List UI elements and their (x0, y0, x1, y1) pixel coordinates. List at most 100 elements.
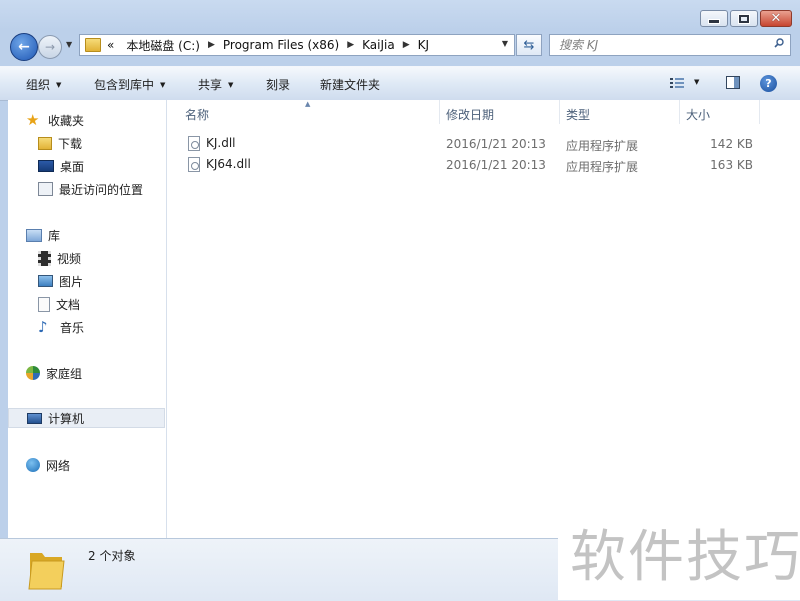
computer-icon (27, 412, 42, 424)
nav-label: 网络 (46, 458, 71, 473)
minimize-button[interactable] (700, 10, 728, 27)
nav-item-homegroup[interactable]: 家庭组 (26, 363, 182, 383)
close-icon: ✕ (770, 11, 782, 26)
view-options-icon[interactable] (670, 77, 684, 89)
forward-button[interactable]: → (38, 35, 62, 59)
file-list: ▲ 名称 修改日期 类型 大小 KJ.dll 2016/1/21 20:13 应… (167, 100, 800, 538)
new-folder-button[interactable]: 新建文件夹 (320, 76, 380, 93)
view-options-dropdown[interactable]: ▼ (694, 78, 699, 86)
arrow-left-icon: ← (18, 39, 30, 55)
file-row[interactable]: KJ64.dll 2016/1/21 20:13 应用程序扩展 163 KB (185, 155, 785, 175)
file-size: 163 KB (710, 158, 753, 172)
folder-icon (28, 553, 65, 590)
recent-pages-dropdown[interactable]: ▼ (66, 40, 72, 49)
maximize-icon (739, 14, 749, 23)
include-in-library-menu[interactable]: 包含到库中 ▼ (94, 76, 165, 93)
new-folder-label: 新建文件夹 (320, 78, 381, 92)
breadcrumb-item-kj[interactable]: KJ (418, 38, 429, 52)
minimize-icon (708, 19, 720, 24)
breadcrumb-overflow[interactable]: « (107, 38, 114, 52)
file-size: 142 KB (710, 137, 753, 151)
column-header-name[interactable]: 名称 (185, 106, 209, 123)
star-icon: ★ (26, 111, 40, 129)
nav-item-favorites[interactable]: ★ 收藏夹 (26, 110, 182, 130)
chevron-right-icon[interactable]: ▶ (347, 40, 354, 50)
nav-label: 家庭组 (46, 366, 83, 381)
help-icon[interactable]: ? (760, 75, 777, 92)
chevron-down-icon: ▼ (56, 80, 62, 89)
column-header-date[interactable]: 修改日期 (446, 106, 494, 123)
column-header-type[interactable]: 类型 (566, 106, 590, 123)
column-header-size[interactable]: 大小 (686, 106, 710, 123)
close-button[interactable]: ✕ (760, 10, 792, 27)
command-bar: 组织 ▼ 包含到库中 ▼ 共享 ▼ 刻录 新建文件夹 ▼ ? (0, 66, 800, 101)
column-divider[interactable] (559, 100, 560, 124)
nav-label: 视频 (57, 251, 82, 266)
desktop-icon (38, 160, 54, 172)
arrow-right-icon: → (44, 40, 56, 54)
navigation-pane: ★ 收藏夹 下载 桌面 最近访问的位置 库 视频 图片 文档 ♪ 音乐 家庭组 … (8, 100, 167, 538)
nav-label: 计算机 (48, 411, 85, 426)
chevron-right-icon[interactable]: ▶ (208, 40, 215, 50)
column-divider[interactable] (759, 100, 760, 124)
downloads-icon (38, 136, 52, 150)
column-headers: ▲ 名称 修改日期 类型 大小 (167, 100, 800, 124)
item-count: 2 个对象 (88, 549, 136, 563)
breadcrumb-item-kaijia[interactable]: KaiJia (362, 38, 395, 52)
nav-item-libraries[interactable]: 库 (26, 225, 182, 245)
file-type: 应用程序扩展 (566, 139, 639, 153)
explorer-window: ✕ ← → ▼ « 本地磁盘 (C:) ▶ Program Files (x86… (0, 0, 800, 601)
nav-label: 下载 (58, 136, 83, 151)
nav-item-computer[interactable]: 计算机 (8, 408, 165, 428)
homegroup-icon (26, 366, 40, 380)
address-bar[interactable]: « 本地磁盘 (C:) ▶ Program Files (x86) ▶ KaiJ… (79, 34, 515, 56)
file-name: KJ.dll (206, 136, 236, 150)
nav-label: 桌面 (60, 159, 85, 174)
nav-label: 图片 (59, 274, 84, 289)
maximize-button[interactable] (730, 10, 758, 27)
nav-label: 音乐 (60, 320, 85, 335)
video-icon (38, 250, 51, 266)
back-button[interactable]: ← (10, 33, 38, 61)
chevron-down-icon: ▼ (228, 80, 234, 89)
music-note-icon: ♪ (38, 318, 48, 336)
library-icon (26, 228, 42, 242)
include-in-library-label: 包含到库中 (94, 78, 155, 92)
column-divider[interactable] (679, 100, 680, 124)
preview-pane-icon[interactable] (726, 76, 740, 89)
search-input[interactable] (557, 37, 771, 53)
nav-label: 库 (48, 228, 61, 243)
watermark: 软件技巧 (558, 480, 800, 600)
search-box[interactable] (549, 34, 791, 56)
folder-icon (85, 38, 101, 52)
share-menu[interactable]: 共享 ▼ (198, 76, 233, 93)
refresh-button[interactable]: ⇆ (516, 34, 542, 56)
file-date: 2016/1/21 20:13 (446, 137, 546, 151)
breadcrumb-item-program-files[interactable]: Program Files (x86) (223, 38, 339, 52)
file-name: KJ64.dll (206, 157, 251, 171)
document-icon (38, 296, 50, 312)
nav-item-network[interactable]: 网络 (26, 455, 182, 475)
nav-label: 收藏夹 (48, 113, 85, 128)
sort-ascending-icon: ▲ (305, 100, 311, 108)
file-row[interactable]: KJ.dll 2016/1/21 20:13 应用程序扩展 142 KB (185, 134, 785, 154)
column-divider[interactable] (439, 100, 440, 124)
burn-label: 刻录 (266, 78, 291, 92)
search-icon[interactable] (774, 38, 784, 48)
organize-label: 组织 (26, 78, 51, 92)
share-label: 共享 (198, 78, 223, 92)
refresh-icon: ⇆ (523, 37, 535, 53)
nav-label: 文档 (56, 297, 81, 312)
chevron-right-icon[interactable]: ▶ (403, 40, 410, 50)
recent-places-icon (38, 182, 53, 196)
navigation-bar: ← → ▼ « 本地磁盘 (C:) ▶ Program Files (x86) … (0, 30, 800, 62)
organize-menu[interactable]: 组织 ▼ (26, 76, 61, 93)
window-controls: ✕ (700, 10, 792, 27)
breadcrumb-item-drive[interactable]: 本地磁盘 (C:) (126, 37, 200, 54)
dll-file-icon (188, 157, 200, 172)
address-history-dropdown[interactable]: ▼ (502, 39, 508, 48)
network-icon (26, 458, 40, 472)
breadcrumb: « 本地磁盘 (C:) ▶ Program Files (x86) ▶ KaiJ… (107, 37, 429, 54)
nav-label: 最近访问的位置 (59, 182, 144, 197)
burn-button[interactable]: 刻录 (266, 76, 290, 93)
